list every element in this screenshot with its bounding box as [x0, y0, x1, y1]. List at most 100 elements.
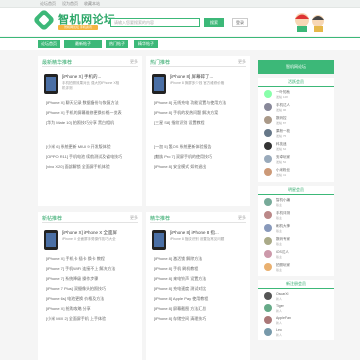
avatar[interactable]: [264, 211, 272, 219]
user-desc: 新人: [276, 309, 283, 313]
search-input[interactable]: 请输入您要搜索的内容: [110, 18, 200, 27]
list-item[interactable]: [小米 MIX 2] 全面屏手机 上手体验: [46, 316, 138, 322]
top-link-sethome[interactable]: 设为首页: [62, 1, 78, 7]
featured-title[interactable]: [iPhone X] 手机的...: [62, 74, 101, 80]
nav-item-home[interactable]: 论坛首页: [38, 40, 60, 48]
featured-desc: iPhone 8 换屏多少钱 官方维修价格: [170, 81, 225, 85]
list-item[interactable]: [iPhone 7] 手机WiFi 连接不上 解决方法: [46, 266, 138, 272]
user-desc: 版主: [276, 242, 283, 246]
divider: [42, 222, 138, 223]
top-link-home[interactable]: 论坛首页: [40, 1, 56, 7]
logo-icon[interactable]: [32, 8, 56, 32]
panel-hot: 热门推荐 更多 [iPhone 8] 屏幕碎了... iPhone 8 换屏多少…: [146, 56, 250, 206]
list-item[interactable]: [iPhone 7] 系统降级 操作步骤: [46, 276, 138, 282]
panel-title: 最新精华推荐: [42, 60, 73, 66]
list-item[interactable]: [iPhone 8] 手机的发热问题 解决方案: [154, 110, 246, 116]
sidebar-banner[interactable]: 智机网论坛: [258, 60, 334, 74]
list-item[interactable]: [iPhone 8] Apple Pay 使用教程: [154, 296, 246, 302]
avatar[interactable]: [264, 142, 272, 150]
list-item[interactable]: [iPhone X] 聊天记录 数据备份与恢复方法: [46, 100, 138, 106]
nav-item-latest[interactable]: 最新帖子: [64, 40, 102, 48]
list-item[interactable]: [iPhone 8] 存储空间 清理技巧: [154, 316, 246, 322]
phone-thumbnail[interactable]: [152, 230, 166, 250]
user-desc: 版主: [276, 216, 283, 220]
user-desc: 发帖 52: [276, 160, 287, 164]
list-item[interactable]: [iPhone X] 手机卡 插卡 换卡 教程: [46, 256, 138, 262]
user-desc: 发帖 75: [276, 134, 287, 138]
more-link[interactable]: 更多: [238, 59, 246, 65]
avatar[interactable]: [264, 237, 272, 245]
user-desc: 发帖 87: [276, 121, 287, 125]
list-item[interactable]: [iPhone 8] 安全模式 如何退出: [154, 164, 246, 170]
avatar[interactable]: [264, 129, 272, 137]
featured-title[interactable]: [iPhone X] iPhone X 全面屏: [62, 230, 117, 236]
featured-title[interactable]: [iPhone 8] iPhone 8 指...: [170, 230, 219, 236]
phone-thumbnail[interactable]: [44, 74, 58, 94]
user-desc: 发帖 128: [276, 95, 288, 99]
more-link[interactable]: 更多: [238, 215, 246, 221]
divider: [150, 222, 246, 223]
avatar[interactable]: [264, 90, 272, 98]
login-button[interactable]: 登录: [232, 18, 248, 27]
list-item[interactable]: [iPhone 8] 来电铃声 设置方法: [154, 276, 246, 282]
avatar[interactable]: [264, 328, 272, 336]
user-desc: 新人: [276, 297, 283, 301]
sidebar-section-title: 新注册会员: [258, 280, 334, 289]
user-desc: 发帖 96: [276, 108, 287, 112]
search-button[interactable]: 搜索: [204, 18, 224, 27]
list-item[interactable]: [vivo X20] 面部解锁 全面屏手机体验: [46, 164, 138, 170]
list-item[interactable]: [iPhone 7 Plus] 双摄像头拍照技巧: [46, 286, 138, 292]
user-desc: 版主: [276, 268, 283, 272]
more-link[interactable]: 更多: [130, 215, 138, 221]
user-name[interactable]: Tiger: [276, 304, 284, 308]
top-link-favorite[interactable]: 收藏本站: [84, 1, 100, 7]
avatar[interactable]: [264, 103, 272, 111]
avatar[interactable]: [264, 304, 272, 312]
user-name[interactable]: AppleFan: [276, 316, 291, 320]
mascot-icon: [295, 13, 324, 32]
list-item[interactable]: [iPhone 8] 手机 刷机教程: [154, 266, 246, 272]
list-item[interactable]: [iPhone 8] 无线充电 功能设置与使用方法: [154, 100, 246, 106]
user-name[interactable]: Leo: [276, 328, 282, 332]
list-item[interactable]: [iPhone 6s] 电池更换 价格及方法: [46, 296, 138, 302]
featured-title[interactable]: [iPhone 8] 屏幕碎了...: [170, 74, 213, 80]
panel-new: 新帖推荐 更多 [iPhone X] iPhone X 全面屏 iPhone X…: [38, 212, 142, 360]
avatar[interactable]: [264, 316, 272, 324]
panel-title: 热门推荐: [150, 60, 171, 66]
sidebar-new-users: 新注册会员 OscarXi 新人 Tiger 新人 AppleFan 新人 Le…: [258, 280, 334, 340]
user-name[interactable]: OscarXi: [276, 292, 288, 296]
list-item[interactable]: [三星 S8] 指纹识别 设置教程: [154, 120, 246, 126]
phone-thumbnail[interactable]: [44, 230, 58, 250]
sidebar-section-title: 明星会员: [258, 186, 334, 195]
list-item[interactable]: [iPhone 8] 激活锁 解除方法: [154, 256, 246, 262]
panel-title: 新帖推荐: [42, 216, 63, 222]
list-item[interactable]: [iPhone X] 手机的屏幕维修更换价格一览表: [46, 110, 138, 116]
avatar[interactable]: [264, 168, 272, 176]
sidebar-active-users: 活跃会员 一叶知秋 发帖 128 手机达人 发帖 96 数码控 发帖 87 果粉…: [258, 78, 334, 182]
top-bar: 论坛首页 设为首页 收藏本站: [0, 0, 360, 8]
user-desc: 版主: [276, 255, 283, 259]
more-link[interactable]: 更多: [130, 59, 138, 65]
divider: [150, 66, 246, 67]
avatar[interactable]: [264, 224, 272, 232]
list-item[interactable]: [小米 6] 系统更新 MIUI 9 开发版体验: [46, 144, 138, 150]
avatar[interactable]: [264, 116, 272, 124]
list-item[interactable]: [iPhone 8] 充电速度 测试对比: [154, 286, 246, 292]
avatar[interactable]: [264, 155, 272, 163]
avatar[interactable]: [264, 263, 272, 271]
user-desc: 发帖 41: [276, 173, 287, 177]
nav-item-digest[interactable]: 精华帖子: [134, 40, 158, 48]
list-item[interactable]: [一加 5] 氢OS 系统更新体验报告: [154, 144, 246, 150]
list-item[interactable]: [iPhone 8] 屏幕截图 方法汇总: [154, 306, 246, 312]
avatar[interactable]: [264, 292, 272, 300]
user-desc: 新人: [276, 321, 283, 325]
list-item[interactable]: [iPhone X] 抢购攻略 分享: [46, 306, 138, 312]
list-item[interactable]: [魅族 Pro 7] 双屏手机的使用技巧: [154, 154, 246, 160]
avatar[interactable]: [264, 250, 272, 258]
avatar[interactable]: [264, 198, 272, 206]
logo-slogan: 智机网论坛 手机资讯: [58, 25, 98, 30]
phone-thumbnail[interactable]: [152, 74, 166, 94]
nav-item-hot[interactable]: 热门帖子: [106, 40, 128, 48]
list-item[interactable]: [OPPO R11] 手机电池 续航测试及省电技巧: [46, 154, 138, 160]
list-item[interactable]: [华为 Mate 10] 拍照技巧分享 黑白相机: [46, 120, 138, 126]
